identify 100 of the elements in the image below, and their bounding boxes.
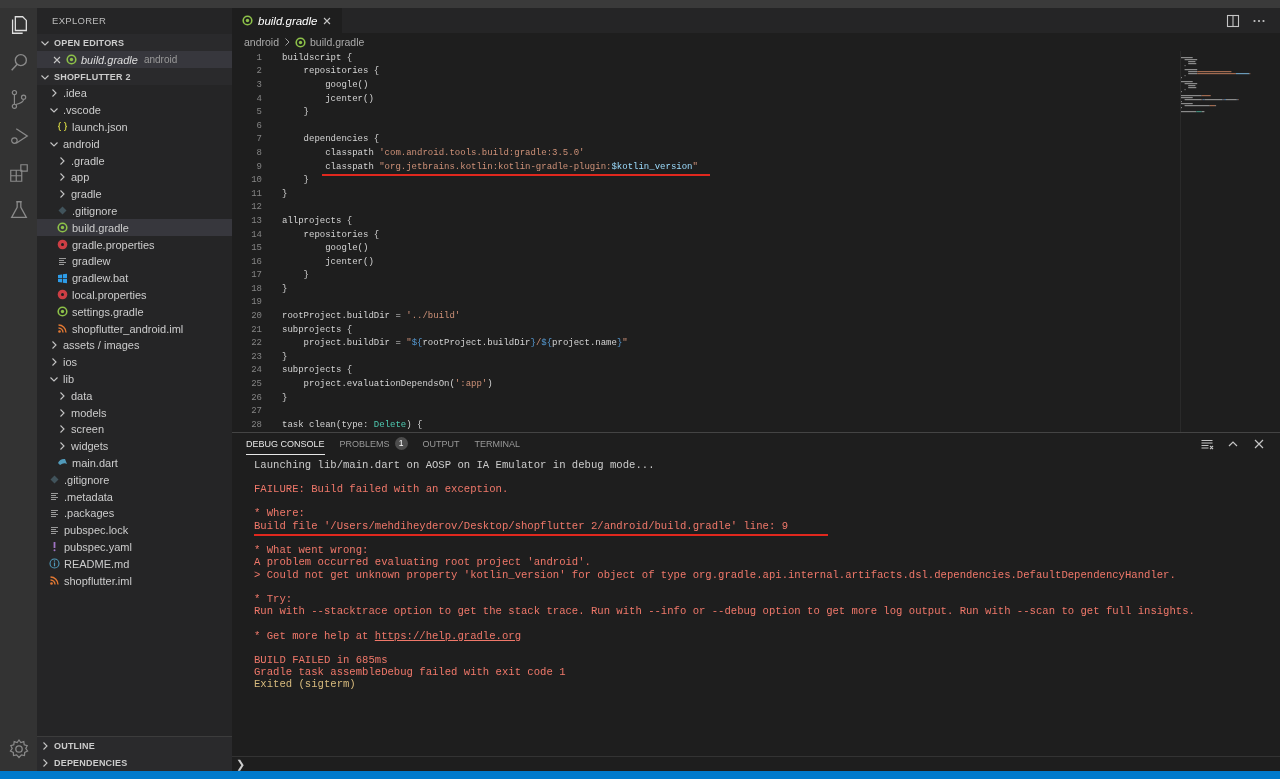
code-line: task clean(type: Delete) { (282, 419, 423, 430)
close-icon[interactable] (52, 54, 62, 65)
line-number: 27 (250, 406, 263, 417)
file-item[interactable]: main.dart (37, 454, 232, 472)
sidebar-title: EXPLORER (51, 14, 108, 28)
tab-label: OUTPUT (422, 438, 460, 449)
folder-item[interactable]: gradle (37, 185, 232, 203)
file-item[interactable]: .gitignore (37, 471, 232, 489)
close-icon[interactable] (322, 15, 333, 26)
file-item[interactable]: gradle.properties (37, 236, 232, 253)
code-line: project.buildDir = "${rootProject.buildDir}/${project.name}" (302, 338, 628, 349)
line-number: 3 (255, 80, 263, 90)
folder-item[interactable]: assets / images (37, 336, 232, 354)
link[interactable]: https://help.gradle.org (374, 629, 521, 642)
line-number: 9 (255, 161, 263, 172)
section-header[interactable]: OPEN EDITORS (37, 34, 232, 51)
close-icon[interactable] (1252, 437, 1266, 451)
section-header[interactable]: DEPENDENCIES (37, 754, 232, 771)
line-number: 26 (250, 392, 263, 403)
line-number: 28 (250, 419, 263, 430)
gradle-file-icon (242, 15, 253, 26)
code-line: } (302, 270, 309, 281)
editor-tab[interactable]: build.gradle (232, 8, 343, 33)
breadcrumb-item[interactable]: android (244, 36, 280, 48)
open-editor-item[interactable]: build.gradle android (37, 51, 232, 68)
folder-item[interactable]: screen (37, 420, 232, 438)
line-number: 20 (250, 311, 263, 322)
file-item[interactable]: .metadata (37, 488, 232, 505)
line-number: 15 (250, 243, 263, 254)
gradle-file-icon (57, 306, 68, 318)
line-number: 23 (250, 351, 263, 362)
clear-list-icon[interactable] (1200, 437, 1214, 451)
file-item[interactable]: .gitignore (37, 202, 232, 220)
feed-icon (57, 323, 68, 335)
diamond-icon (49, 474, 60, 486)
code-line: dependencies { (302, 134, 380, 145)
code-line: } (282, 188, 288, 199)
file-item[interactable]: gradlew (37, 252, 232, 270)
section-header[interactable]: OUTLINE (37, 737, 232, 754)
line-number: 1 (255, 52, 263, 63)
folder-item[interactable]: lib (37, 370, 232, 388)
lines-file-icon (49, 507, 60, 519)
info-icon (49, 558, 60, 570)
console-line: Exited (sigterm) (254, 678, 356, 691)
file-item[interactable]: pubspec.lock (37, 521, 232, 539)
file-item[interactable]: .packages (37, 504, 232, 522)
file-item[interactable]: settings.gradle (37, 303, 232, 321)
line-number: 12 (250, 202, 263, 213)
extensions-icon[interactable] (7, 162, 30, 184)
folder-item[interactable]: android (37, 135, 232, 153)
panel-tab[interactable]: PROBLEMS 1 (339, 433, 408, 455)
line-number: 13 (250, 215, 263, 226)
tab-label: PROBLEMS (339, 438, 390, 449)
count-badge: 1 (394, 437, 408, 450)
folder-item[interactable]: app (37, 169, 232, 186)
line-number: 4 (255, 93, 263, 104)
section-header[interactable]: SHOPFLUTTER 2 (37, 68, 232, 85)
folder-item[interactable]: widgets (37, 437, 232, 455)
console-line: Run with --stacktrace option to get the stack trace. Run with --info or --debug option to get more log output. Run with --scan to get full insights. (254, 605, 1195, 618)
line-number: 2 (255, 66, 263, 77)
minimap-drawing (1181, 55, 1251, 115)
folder-item[interactable]: models (37, 404, 232, 421)
line-number: 7 (255, 134, 263, 145)
line-number: 25 (250, 379, 263, 390)
console-line: * Get more help at https://help.gradle.org (254, 629, 521, 642)
code-line: google() (324, 80, 369, 90)
file-item[interactable]: gradlew.bat (37, 269, 232, 287)
code-line: buildscript { (282, 52, 353, 63)
file-item[interactable]: build.gradle (37, 219, 232, 237)
code-line: project.evaluationDependsOn(':app') (302, 379, 493, 390)
code-line: jcenter() (324, 256, 374, 267)
folder-item[interactable]: .gradle (37, 152, 232, 169)
line-number: 6 (255, 120, 263, 131)
breadcrumb-item[interactable]: build.gradle (295, 36, 365, 48)
diamond-icon (57, 205, 68, 217)
code-line: repositories { (302, 66, 380, 77)
file-item[interactable]: launch.json (37, 118, 232, 136)
folder-item[interactable]: ios (37, 353, 232, 371)
lines-file-icon (49, 491, 60, 502)
line-number: 19 (250, 297, 263, 308)
panel-tab[interactable]: TERMINAL (474, 433, 521, 455)
file-item[interactable]: shopflutter.iml (37, 572, 232, 589)
panel-tab[interactable]: OUTPUT (422, 433, 460, 455)
code-line: classpath 'com.android.tools.build:gradle:3.5.0' (324, 147, 585, 158)
braces-icon (57, 121, 68, 133)
console-line: > Could not get unknown property 'kotlin_version' for object of type org.gradle.api.internal.artifacts.dsl.dependencies.DefaultDependencyHandler. (254, 568, 1176, 582)
folder-item[interactable]: .idea (37, 85, 232, 102)
file-item[interactable]: local.properties (37, 286, 232, 304)
file-item[interactable]: pubspec.yaml (37, 538, 232, 556)
split-editor-icon[interactable] (1226, 13, 1240, 28)
folder-item[interactable]: data (37, 387, 232, 405)
tab-label: TERMINAL (474, 438, 521, 449)
panel-tab[interactable]: DEBUG CONSOLE (246, 433, 325, 455)
folder-item[interactable]: .vscode (37, 101, 232, 119)
lines-file-icon (49, 524, 60, 536)
code-line: subprojects { (282, 365, 353, 376)
code-line: subprojects { (282, 324, 353, 335)
feed-icon (49, 575, 60, 586)
file-item[interactable]: shopflutter_android.iml (37, 320, 232, 337)
file-item[interactable]: README.md (37, 555, 232, 573)
